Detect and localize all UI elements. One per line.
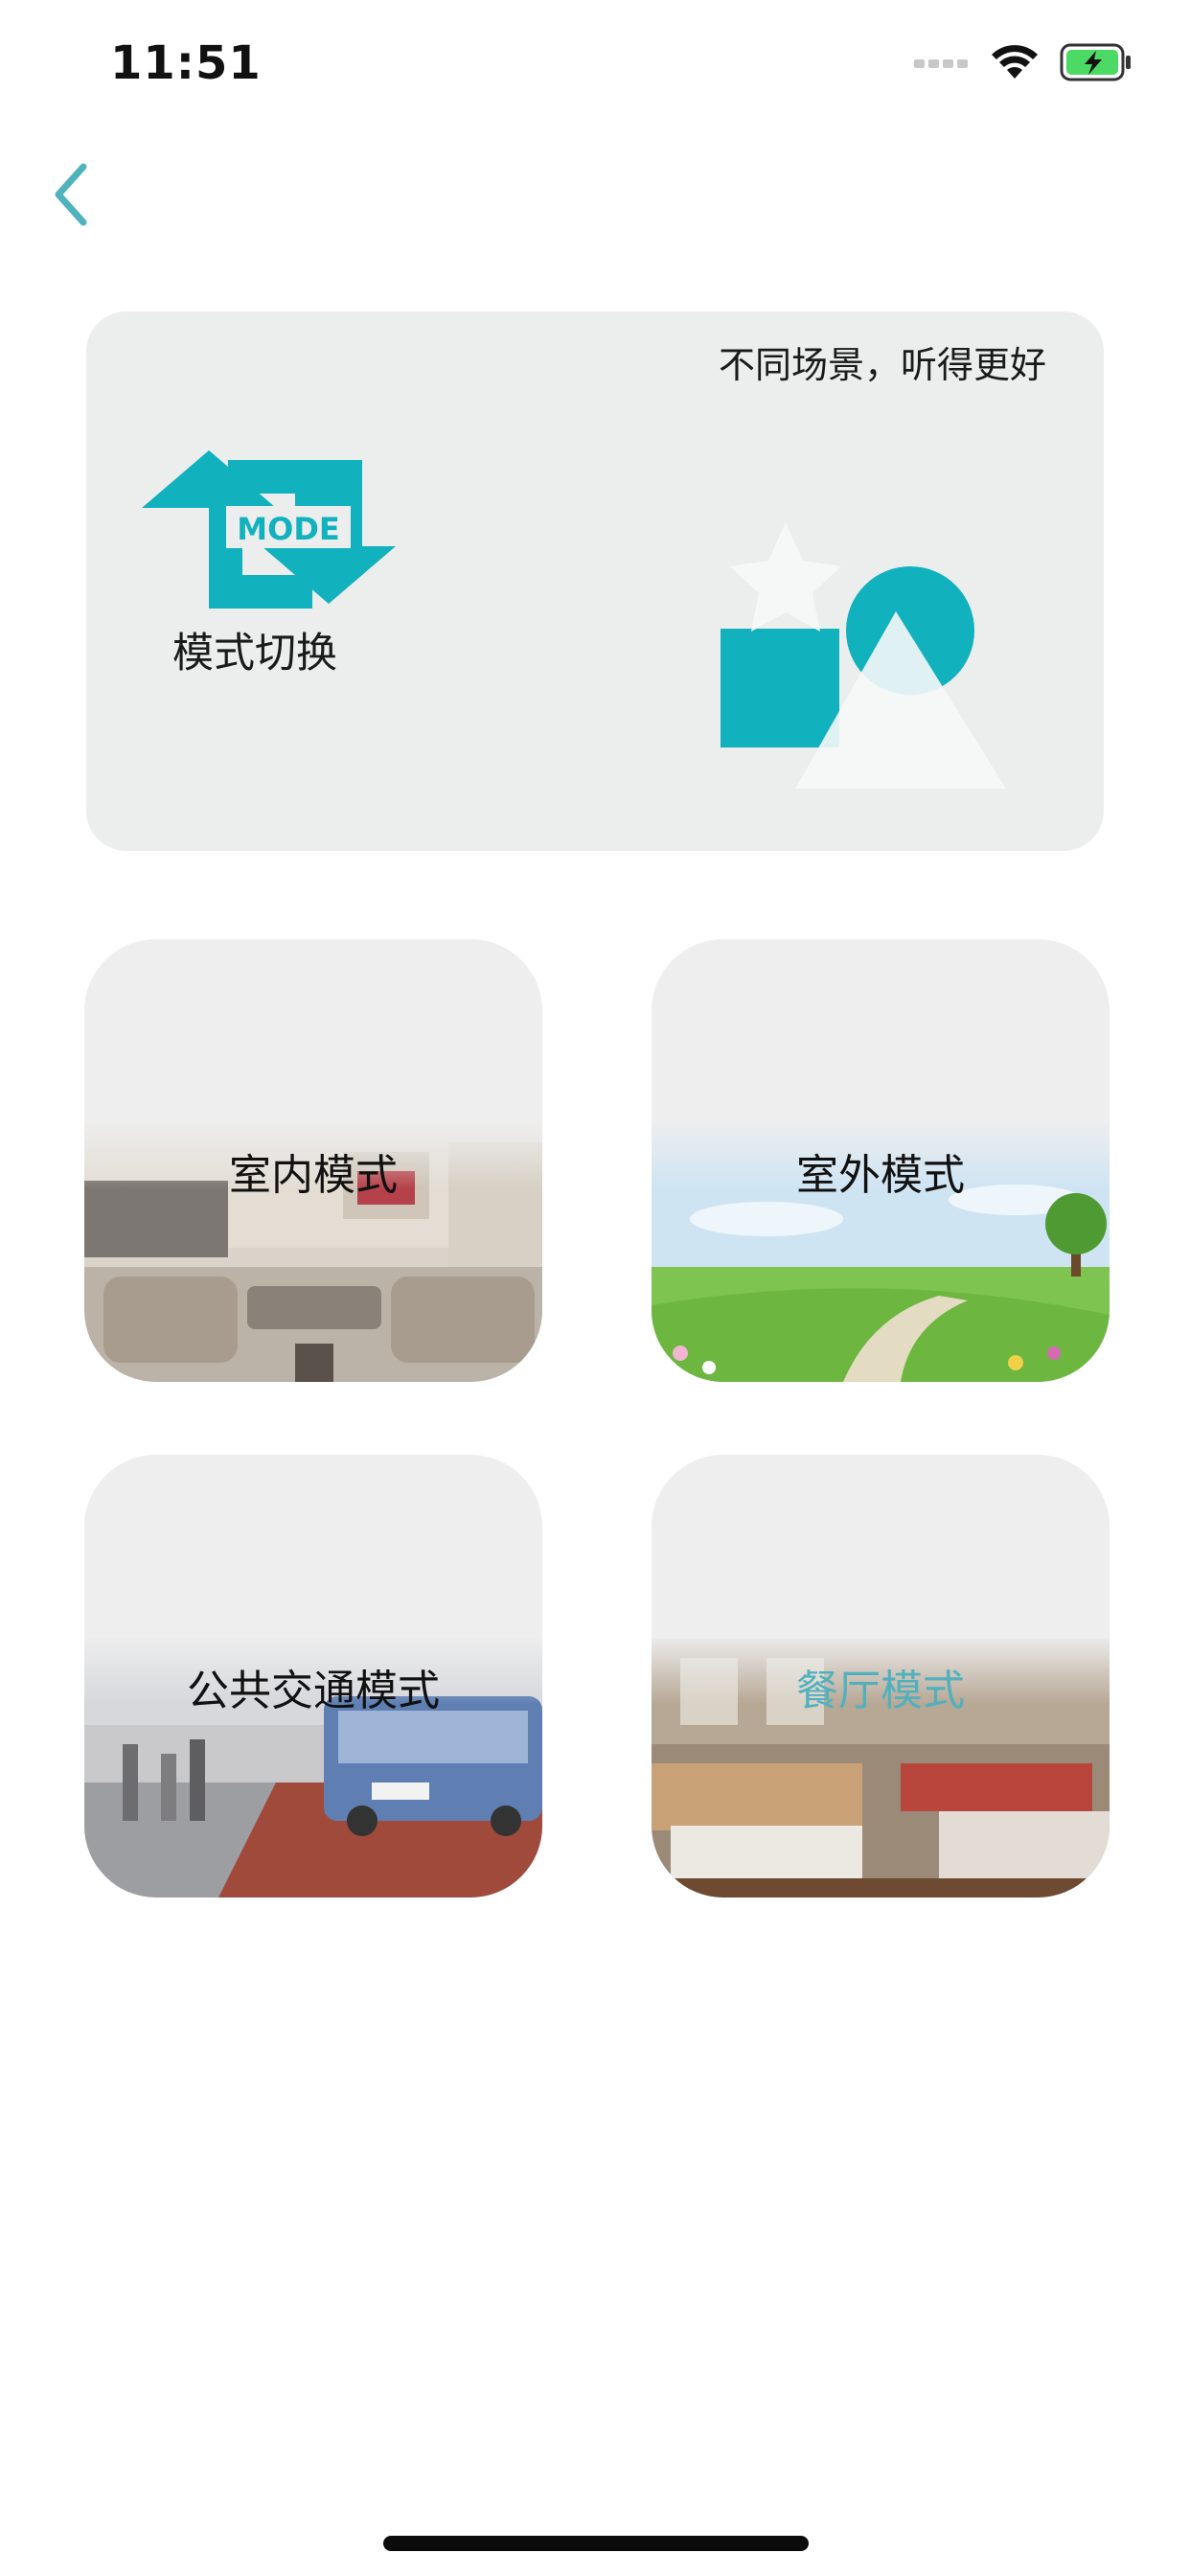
home-indicator[interactable]: [383, 2536, 809, 2551]
mode-icon-text: MODE: [237, 511, 339, 547]
wifi-icon: [991, 44, 1039, 84]
shapes-illustration: [719, 511, 1025, 793]
battery-charging-icon: [1060, 43, 1133, 85]
banner-slogan: 不同场景，听得更好: [718, 344, 1046, 386]
mode-switch-icon: MODE: [142, 450, 429, 627]
mode-card-indoor[interactable]: 室内模式: [84, 939, 542, 1382]
mode-card-outdoor[interactable]: 室外模式: [652, 939, 1110, 1382]
banner-label: 模式切换: [172, 630, 337, 678]
chevron-left-icon: [51, 161, 89, 232]
mode-label-indoor: 室内模式: [229, 1151, 398, 1200]
mode-label-restaurant: 餐厅模式: [796, 1667, 965, 1715]
status-bar: 11:51: [0, 0, 1190, 134]
status-icons: [914, 40, 1133, 88]
status-time: 11:51: [110, 36, 262, 90]
mode-card-public-transit[interactable]: 公共交通模式: [84, 1455, 542, 1898]
mode-label-outdoor: 室外模式: [796, 1151, 965, 1200]
mode-card-restaurant[interactable]: 餐厅模式: [652, 1455, 1110, 1898]
mode-switch-banner: 不同场景，听得更好 MODE 模式切换: [86, 311, 1104, 851]
back-button[interactable]: [27, 153, 113, 240]
mode-label-public-transit: 公共交通模式: [187, 1667, 440, 1715]
cellular-signal-icon: [914, 56, 970, 74]
